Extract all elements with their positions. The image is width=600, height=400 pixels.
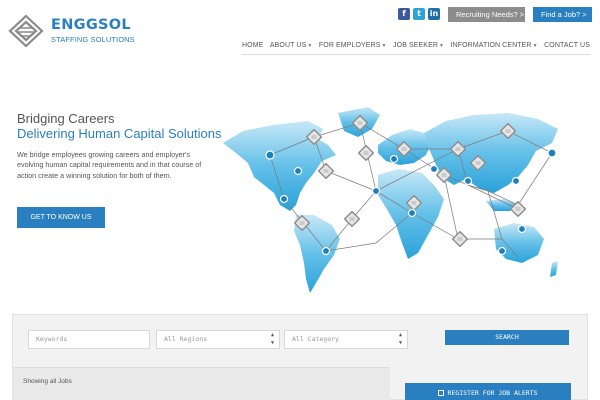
chevron-down-icon: ▼ — [381, 43, 387, 49]
nav-label: HOME — [242, 42, 264, 49]
logo-mark-icon — [8, 14, 44, 48]
checkbox-icon — [438, 390, 445, 396]
get-to-know-us-button[interactable]: GET TO KNOW US — [17, 207, 105, 228]
nav-item-contact[interactable]: CONTACT US — [544, 42, 590, 54]
brand-name: ENGGSOL — [51, 17, 131, 33]
jobs-listing-header: Showing all Jobs — [13, 367, 390, 400]
page: ENGGSOL STAFFING SOLUTIONS f t in Recrui… — [0, 0, 600, 400]
main-nav: HOME ABOUT US▼ FOR EMPLOYERS▼ JOB SEEKER… — [242, 42, 590, 55]
nav-label: CONTACT US — [544, 42, 590, 49]
nav-label: FOR EMPLOYERS — [318, 42, 381, 49]
chevron-down-icon: ▼ — [532, 43, 538, 49]
recruiting-needs-button[interactable]: Recruiting Needs? > — [448, 7, 525, 22]
select-arrows-icon: ▲ ▼ — [398, 332, 402, 346]
hero-subtitle: Delivering Human Capital Solutions — [17, 126, 222, 141]
nav-item-employers[interactable]: FOR EMPLOYERS▼ — [319, 42, 387, 54]
nav-item-information-center[interactable]: INFORMATION CENTER▼ — [451, 42, 538, 54]
category-select[interactable]: All Category ▲ ▼ — [284, 330, 408, 349]
social-links: f t in — [398, 8, 440, 20]
job-search-panel: Keywords All Regions ▲ ▼ All Category ▲ ▼ … — [12, 314, 588, 400]
keywords-input[interactable]: Keywords — [28, 330, 150, 349]
brand-logo[interactable]: ENGGSOL STAFFING SOLUTIONS — [8, 8, 143, 52]
select-arrows-icon: ▲ ▼ — [270, 332, 274, 346]
hero-title: Bridging Careers — [17, 111, 115, 126]
nav-item-job-seeker[interactable]: JOB SEEKER▼ — [393, 42, 444, 54]
hero-description: We bridge employees growing careers and … — [17, 150, 202, 180]
nav-item-home[interactable]: HOME — [242, 42, 263, 54]
nav-item-about[interactable]: ABOUT US▼ — [270, 42, 313, 54]
twitter-icon[interactable]: t — [413, 8, 425, 20]
alert-button-label: REGISTER FOR JOB ALERTS — [447, 389, 538, 397]
chevron-down-icon: ▼ — [307, 43, 313, 49]
nav-label: ABOUT US — [269, 42, 307, 49]
world-network-map — [223, 107, 558, 293]
facebook-icon[interactable]: f — [398, 8, 410, 20]
register-job-alerts-button[interactable]: REGISTER FOR JOB ALERTS — [405, 383, 571, 400]
category-select-value: All Category — [292, 335, 339, 343]
brand-tagline: STAFFING SOLUTIONS — [51, 35, 135, 44]
nav-label: INFORMATION CENTER — [450, 42, 532, 49]
search-button[interactable]: SEARCH — [445, 330, 569, 345]
find-a-job-button[interactable]: Find a Job? > — [533, 7, 592, 22]
region-select-value: All Regions — [164, 335, 208, 343]
jobs-status-text: Showing all Jobs — [23, 378, 72, 385]
linkedin-icon[interactable]: in — [428, 8, 440, 20]
nav-label: JOB SEEKER — [393, 42, 439, 49]
region-select[interactable]: All Regions ▲ ▼ — [156, 330, 280, 349]
chevron-down-icon: ▼ — [439, 43, 445, 49]
